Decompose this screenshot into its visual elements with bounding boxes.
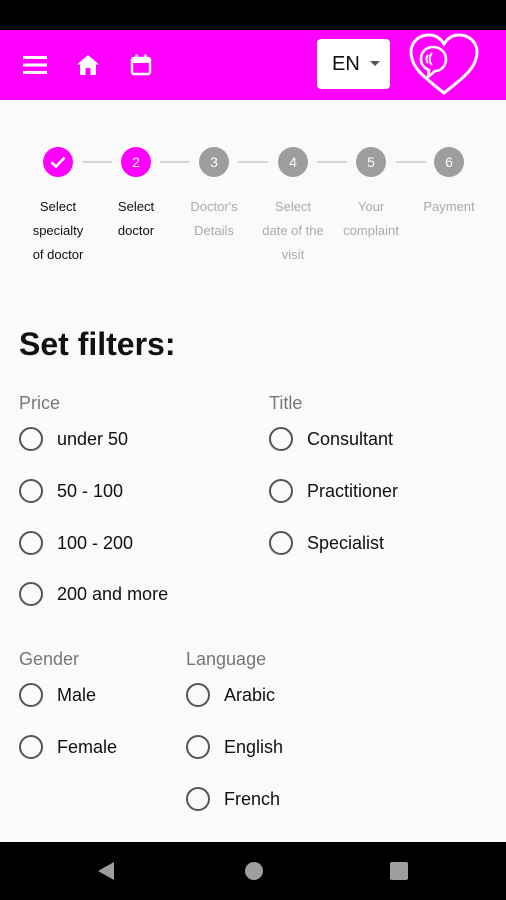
- step-6[interactable]: 6 Payment: [404, 140, 494, 219]
- radio-icon: [186, 787, 210, 811]
- status-bar: [0, 0, 506, 30]
- title-filter-label: Title: [269, 393, 303, 413]
- radio-icon: [269, 479, 293, 503]
- radio-icon: [19, 479, 43, 503]
- radio-icon: [186, 683, 210, 707]
- title-option-consultant[interactable]: Consultant: [269, 427, 393, 451]
- home-icon[interactable]: [75, 53, 101, 77]
- language-dropdown[interactable]: EN: [317, 39, 390, 89]
- step-4-circle: 4: [278, 147, 308, 177]
- radio-icon: [186, 735, 210, 759]
- radio-icon: [19, 735, 43, 759]
- check-icon: [50, 156, 66, 168]
- language-option-arabic[interactable]: Arabic: [186, 683, 275, 707]
- price-option-200-plus[interactable]: 200 and more: [19, 582, 168, 606]
- back-icon[interactable]: [95, 860, 117, 882]
- language-value: EN: [332, 52, 360, 75]
- step-1[interactable]: Select specialty of doctor: [13, 140, 103, 267]
- home-nav-icon[interactable]: [243, 860, 265, 882]
- step-3-circle: 3: [199, 147, 229, 177]
- radio-icon: [269, 531, 293, 555]
- step-4[interactable]: 4 Select date of the visit: [248, 140, 338, 267]
- chevron-down-icon: [370, 61, 380, 66]
- step-2-label: Select doctor: [117, 199, 155, 238]
- step-6-label: Payment: [423, 199, 475, 214]
- app-bar: EN: [0, 30, 506, 100]
- price-option-50-100[interactable]: 50 - 100: [19, 479, 123, 503]
- calendar-icon[interactable]: [128, 53, 154, 77]
- price-filter-label: Price: [19, 393, 61, 413]
- step-4-label: Select date of the visit: [262, 199, 324, 262]
- radio-icon: [19, 427, 43, 451]
- language-option-french[interactable]: French: [186, 787, 280, 811]
- recents-icon[interactable]: [388, 860, 410, 882]
- gender-filter-label: Gender: [19, 649, 80, 669]
- step-5[interactable]: 5 Your complaint: [326, 140, 416, 243]
- price-option-100-200[interactable]: 100 - 200: [19, 531, 133, 555]
- language-filter-label: Language: [186, 649, 267, 669]
- radio-icon: [19, 582, 43, 606]
- step-2[interactable]: 2 Select doctor: [91, 140, 181, 243]
- title-option-specialist[interactable]: Specialist: [269, 531, 384, 555]
- gender-option-female[interactable]: Female: [19, 735, 117, 759]
- gender-option-male[interactable]: Male: [19, 683, 96, 707]
- step-5-circle: 5: [356, 147, 386, 177]
- step-3-label: Doctor's Details: [190, 199, 238, 238]
- step-1-circle: [43, 147, 73, 177]
- step-1-label: Select specialty of doctor: [32, 199, 84, 262]
- radio-icon: [269, 427, 293, 451]
- step-3[interactable]: 3 Doctor's Details: [169, 140, 259, 243]
- progress-stepper: Select specialty of doctor 2 Select doct…: [0, 140, 506, 280]
- step-6-circle: 6: [434, 147, 464, 177]
- radio-icon: [19, 531, 43, 555]
- title-option-practitioner[interactable]: Practitioner: [269, 479, 398, 503]
- system-navigation-bar: [0, 842, 506, 900]
- price-option-under-50[interactable]: under 50: [19, 427, 128, 451]
- heart-chat-logo: [408, 33, 480, 97]
- menu-icon[interactable]: [22, 53, 48, 77]
- step-2-circle: 2: [121, 147, 151, 177]
- language-option-english[interactable]: English: [186, 735, 283, 759]
- page-title: Set filters:: [19, 326, 176, 362]
- radio-icon: [19, 683, 43, 707]
- step-5-label: Your complaint: [343, 199, 399, 238]
